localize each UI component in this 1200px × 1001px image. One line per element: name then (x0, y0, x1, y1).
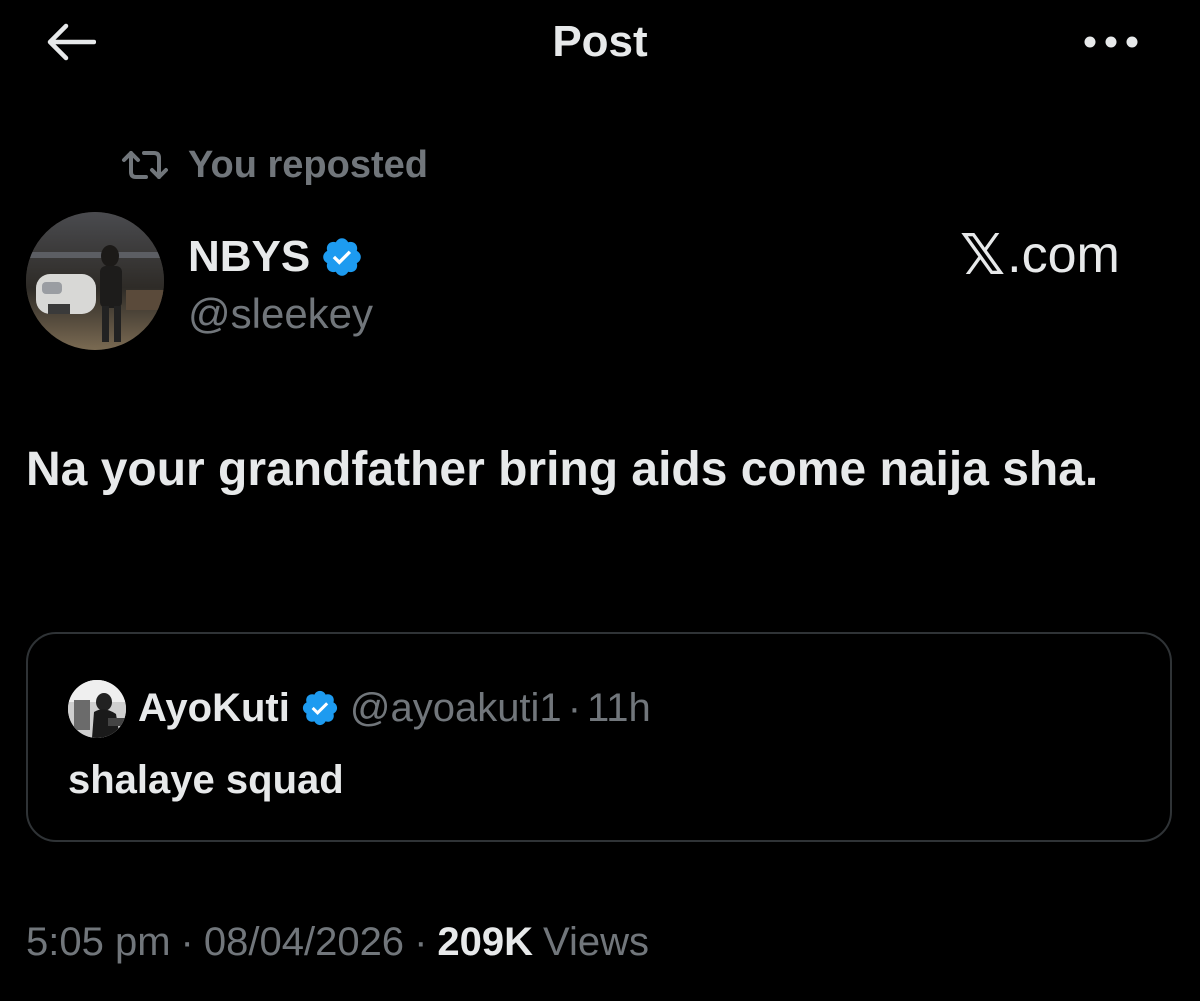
post-time[interactable]: 5:05 pm (26, 920, 171, 965)
quote-avatar-photo (68, 680, 126, 738)
quote-text: shalaye squad (68, 758, 344, 802)
page-title: Post (552, 17, 648, 66)
x-com-watermark: 𝕏 .com (960, 222, 1120, 288)
quote-header: AyoKuti @ayoakuti1 · 11h (138, 678, 651, 738)
repost-label: You reposted (188, 143, 428, 186)
post-meta: 5:05 pm · 08/04/2026 · 209K Views (26, 912, 649, 972)
author-handle[interactable]: @sleekey (188, 288, 373, 340)
repost-indicator: You reposted (118, 142, 428, 188)
arrow-left-icon (47, 23, 96, 61)
quote-author-handle[interactable]: @ayoakuti1 (350, 686, 562, 731)
author-name-row: NBYS (188, 226, 364, 288)
views-label: Views (543, 919, 649, 964)
author-avatar[interactable] (26, 212, 164, 350)
quote-timestamp[interactable]: 11h (587, 686, 651, 731)
quote-avatar (68, 680, 126, 738)
author-name[interactable]: NBYS (188, 232, 310, 282)
verified-badge-icon (323, 238, 362, 276)
separator-dot: · (180, 919, 194, 964)
x-logo-mark: 𝕏 (960, 222, 1006, 288)
post-date[interactable]: 08/04/2026 (204, 920, 404, 965)
views-count[interactable]: 209K (437, 920, 533, 965)
separator-dot: · (567, 685, 582, 730)
quote-author-name[interactable]: AyoKuti (138, 686, 290, 731)
more-options-button[interactable] (1076, 18, 1146, 66)
more-horizontal-icon (1084, 36, 1138, 48)
separator-dot: · (414, 919, 428, 964)
verified-badge-icon (302, 690, 337, 726)
repost-icon (122, 151, 168, 179)
watermark-suffix: .com (1007, 226, 1120, 284)
avatar-photo (26, 212, 164, 350)
back-button[interactable] (40, 16, 100, 68)
post-text: Na your grandfather bring aids come naij… (26, 443, 1099, 496)
quoted-post-card[interactable]: AyoKuti @ayoakuti1 · 11h shalaye squad (26, 632, 1172, 842)
